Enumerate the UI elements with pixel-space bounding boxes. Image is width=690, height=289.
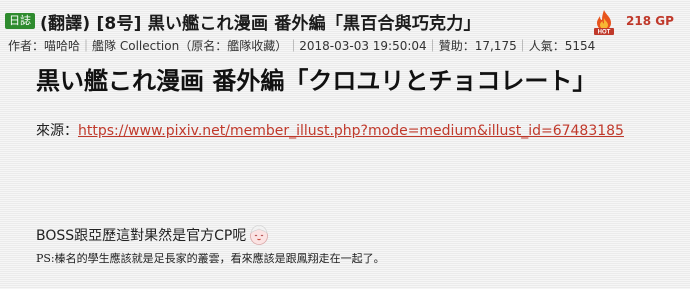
- author-label: 作者：: [8, 39, 45, 53]
- post-meta: 作者：喵哈哈｜艦隊 Collection（原名：艦隊收藏）｜2018-03-03…: [8, 39, 596, 53]
- article-title: 黒い艦これ漫画 番外編「クロユリとチョコレート」: [36, 67, 597, 95]
- hot-fire-icon: HOT: [594, 10, 614, 36]
- gp-count[interactable]: 218 GP: [626, 14, 674, 28]
- category-badge[interactable]: 日誌: [5, 13, 35, 29]
- source-label: 來源：: [36, 123, 78, 139]
- ps-note: PS:榛名的學生應該就是足長家的叢雲，看來應該是跟鳳翔走在一起了。: [36, 252, 385, 265]
- smiling-face-emoji-icon: [250, 225, 269, 245]
- svg-text:HOT: HOT: [598, 30, 611, 36]
- category-link[interactable]: 艦隊 Collection（原名：艦隊收藏）: [92, 39, 287, 53]
- author-link[interactable]: 喵哈哈: [44, 39, 80, 53]
- support-label: 贊助：: [438, 39, 475, 53]
- source-line: 來源：https://www.pixiv.net/member_illust.p…: [36, 120, 624, 140]
- post-title: (翻譯) [8号] 黒い艦これ漫画 番外編「黒百合與巧克力」: [40, 14, 481, 34]
- support-count: 17,175: [474, 39, 517, 53]
- body-text: BOSS跟亞歷這對果然是官方CP呢: [36, 228, 247, 244]
- source-link[interactable]: https://www.pixiv.net/member_illust.php?…: [78, 123, 624, 139]
- popularity-label: 人氣：: [528, 39, 565, 53]
- popularity-count: 5154: [564, 39, 596, 53]
- post-date: 2018-03-03 19:50:04: [299, 39, 427, 53]
- post-header: 日誌 (翻譯) [8号] 黒い艦これ漫画 番外編「黒百合與巧克力」 HOT 21…: [0, 0, 690, 53]
- body-paragraph: BOSS跟亞歷這對果然是官方CP呢: [36, 224, 270, 246]
